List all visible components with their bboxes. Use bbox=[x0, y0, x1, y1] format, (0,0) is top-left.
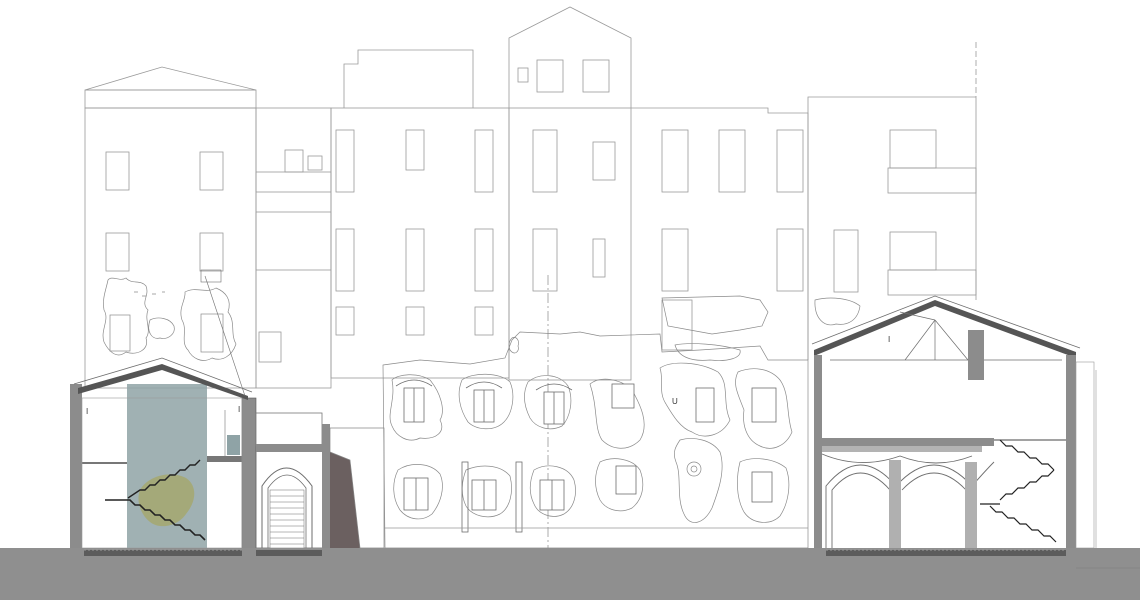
center-facade-mark: U bbox=[672, 397, 678, 406]
arched-gate-building bbox=[255, 412, 385, 549]
right-section-building: I U bbox=[672, 295, 1097, 553]
right-stair bbox=[980, 439, 1057, 543]
right-middle-building bbox=[631, 107, 809, 360]
left-exterior-wall bbox=[70, 384, 82, 552]
gate-door bbox=[269, 489, 305, 549]
background-buildings bbox=[84, 6, 977, 389]
dark-cut-wall bbox=[330, 452, 360, 548]
left-tall-building bbox=[84, 66, 257, 389]
narrow-building bbox=[255, 107, 332, 389]
facade-windows bbox=[384, 379, 808, 533]
left-section-mark-2: I bbox=[238, 405, 240, 414]
ground bbox=[0, 548, 1140, 600]
gate-cap bbox=[255, 412, 323, 447]
right-floor-slab bbox=[814, 438, 994, 446]
right-section-mark: I bbox=[888, 335, 890, 344]
section-drawing: I I I U bbox=[0, 6, 1140, 600]
gabled-tower bbox=[508, 6, 632, 381]
right-roof bbox=[814, 300, 1076, 358]
left-mid-wall bbox=[242, 398, 256, 552]
left-section-mark: I bbox=[86, 407, 88, 416]
upper-window-row bbox=[395, 379, 573, 425]
central-building bbox=[330, 49, 510, 379]
right-tall-building bbox=[807, 42, 977, 360]
